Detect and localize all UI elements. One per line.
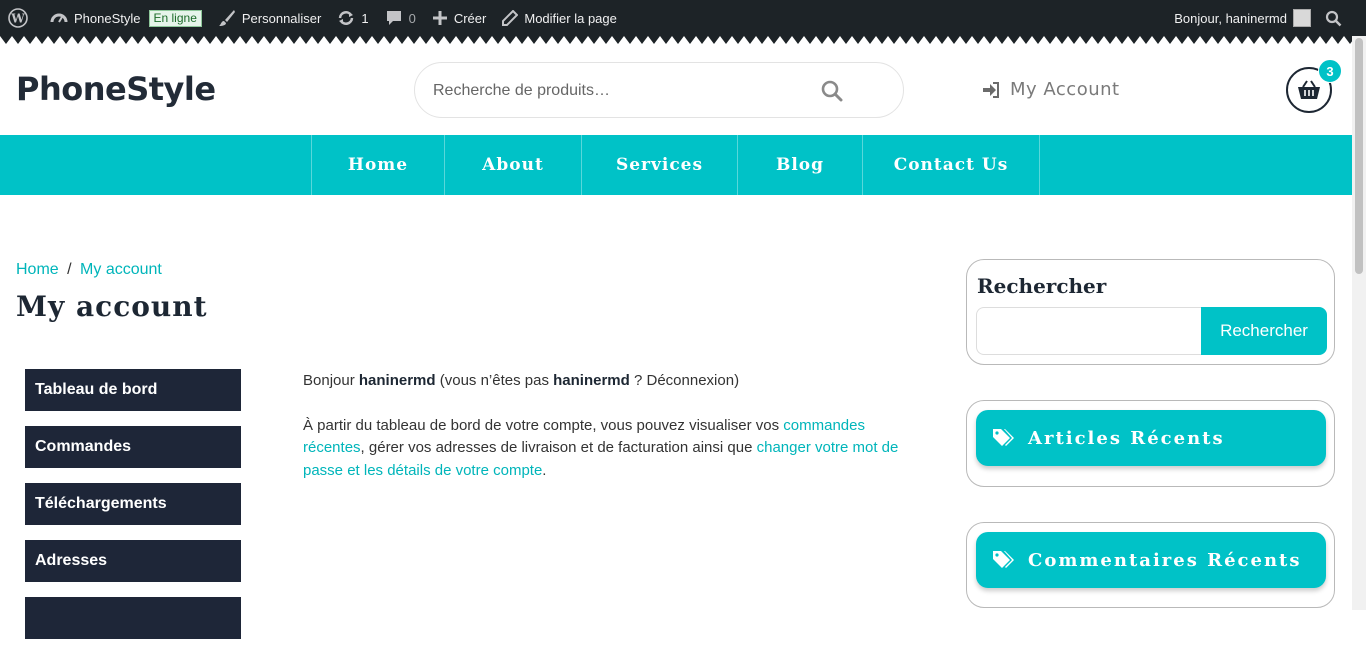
pencil-icon bbox=[502, 10, 519, 26]
admin-search-button[interactable] bbox=[1317, 0, 1366, 36]
comment-icon bbox=[386, 11, 401, 25]
site-logo[interactable]: PhoneStyle bbox=[16, 70, 216, 108]
brush-icon bbox=[218, 10, 235, 26]
breadcrumb-home[interactable]: Home bbox=[16, 261, 59, 278]
comments-count: 0 bbox=[408, 10, 416, 26]
page-title: My account bbox=[16, 290, 208, 323]
account-content: Bonjour haninermd (vous n’êtes pas hanin… bbox=[303, 370, 923, 504]
edit-page-link[interactable]: Modifier la page bbox=[494, 0, 625, 36]
page-scrollbar[interactable] bbox=[1352, 36, 1366, 610]
dashboard-icon bbox=[50, 13, 68, 23]
scrollbar-thumb[interactable] bbox=[1355, 38, 1363, 274]
account-nav-addresses[interactable]: Adresses bbox=[25, 540, 241, 582]
recent-comments-header: Commentaires Récents bbox=[976, 532, 1326, 588]
search-icon[interactable] bbox=[821, 80, 843, 102]
sign-in-icon bbox=[983, 81, 999, 98]
username-2: haninermd bbox=[553, 372, 630, 389]
recent-posts-header: Articles Récents bbox=[976, 410, 1326, 466]
recent-posts-title: Articles Récents bbox=[1028, 427, 1225, 449]
breadcrumb: Home / My account bbox=[16, 261, 162, 279]
account-nav-dashboard[interactable]: Tableau de bord bbox=[25, 369, 241, 411]
product-search-input[interactable] bbox=[431, 79, 815, 103]
greeting-paragraph: Bonjour haninermd (vous n’êtes pas hanin… bbox=[303, 370, 923, 393]
not-you-prefix: (vous n’êtes pas bbox=[435, 372, 554, 389]
new-label: Créer bbox=[453, 10, 487, 26]
search-widget: Rechercher Rechercher bbox=[966, 259, 1335, 365]
my-account-link[interactable]: My Account bbox=[982, 79, 1120, 100]
tags-icon bbox=[993, 429, 1014, 446]
dashboard-paragraph: À partir du tableau de bord de votre com… bbox=[303, 415, 923, 483]
admin-bar: W PhoneStyle En ligne Personnaliser 1 0 bbox=[0, 0, 1366, 36]
customize-label: Personnaliser bbox=[241, 10, 322, 26]
status-badge: En ligne bbox=[148, 9, 202, 27]
search-widget-title: Rechercher bbox=[977, 274, 1107, 298]
account-navigation: Tableau de bord Commandes Téléchargement… bbox=[25, 369, 241, 654]
greeting-prefix: Bonjour bbox=[303, 372, 359, 389]
cart-count-badge: 3 bbox=[1318, 59, 1342, 83]
avatar bbox=[1293, 9, 1311, 27]
account-nav-orders[interactable]: Commandes bbox=[25, 426, 241, 468]
comments-link[interactable]: 0 bbox=[377, 0, 424, 36]
nav-item-about[interactable]: About bbox=[445, 135, 582, 195]
updates-count: 1 bbox=[361, 10, 369, 26]
search-icon bbox=[1325, 10, 1342, 26]
breadcrumb-separator: / bbox=[67, 261, 72, 278]
dashboard-text-1: À partir du tableau de bord de votre com… bbox=[303, 416, 784, 434]
recent-posts-widget: Articles Récents bbox=[966, 400, 1335, 487]
site-name-link[interactable]: PhoneStyle En ligne bbox=[42, 0, 210, 36]
nav-item-home[interactable]: Home bbox=[312, 135, 445, 195]
new-content-link[interactable]: Créer bbox=[424, 0, 495, 36]
username: haninermd bbox=[358, 372, 436, 389]
main-navigation: Home About Services Blog Contact Us bbox=[0, 135, 1366, 195]
plus-icon bbox=[432, 11, 447, 25]
account-nav-downloads[interactable]: Téléchargements bbox=[25, 483, 241, 525]
updates-icon bbox=[339, 11, 354, 25]
svg-text:W: W bbox=[10, 12, 25, 26]
user-greeting: Bonjour, haninermd bbox=[1174, 10, 1287, 26]
not-you-suffix: ? bbox=[629, 372, 647, 389]
recent-comments-title: Commentaires Récents bbox=[1028, 549, 1302, 571]
wordpress-logo-button[interactable]: W bbox=[0, 0, 42, 36]
wordpress-icon: W bbox=[8, 8, 28, 28]
account-nav-next[interactable] bbox=[25, 597, 241, 639]
zigzag-divider bbox=[0, 36, 1366, 46]
nav-item-contact[interactable]: Contact Us bbox=[863, 135, 1040, 195]
sidebar-search-input[interactable] bbox=[976, 307, 1202, 355]
edit-page-label: Modifier la page bbox=[524, 10, 617, 26]
customize-link[interactable]: Personnaliser bbox=[210, 0, 330, 36]
nav-item-services[interactable]: Services bbox=[582, 135, 738, 195]
breadcrumb-current[interactable]: My account bbox=[80, 261, 162, 278]
site-name: PhoneStyle bbox=[74, 10, 141, 26]
tags-icon bbox=[993, 551, 1014, 568]
recent-comments-widget: Commentaires Récents bbox=[966, 522, 1335, 608]
product-search bbox=[414, 62, 904, 118]
updates-link[interactable]: 1 bbox=[329, 0, 376, 36]
sidebar-search-button[interactable]: Rechercher bbox=[1201, 307, 1327, 355]
dashboard-text-2: , gérer vos adresses de livraison et de … bbox=[360, 439, 757, 456]
my-account-label: My Account bbox=[1010, 79, 1120, 100]
nav-item-blog[interactable]: Blog bbox=[738, 135, 863, 195]
basket-icon bbox=[1298, 80, 1320, 99]
dashboard-text-3: . bbox=[542, 461, 547, 479]
close-paren: ) bbox=[734, 372, 740, 389]
logout-link[interactable]: Déconnexion bbox=[647, 372, 735, 389]
user-account-link[interactable]: Bonjour, haninermd bbox=[1166, 0, 1317, 36]
